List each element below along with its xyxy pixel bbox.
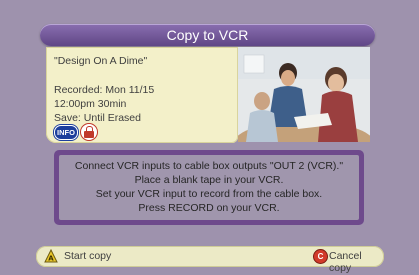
page-title: Copy to VCR <box>40 24 375 46</box>
start-copy-button[interactable]: Start copy <box>64 250 111 262</box>
a-key-letter: A <box>48 255 54 263</box>
instruction-line: Connect VCR inputs to cable box outputs … <box>74 160 344 172</box>
instruction-line: Place a blank tape in your VCR. <box>134 174 284 186</box>
show-thumbnail <box>238 47 370 142</box>
a-button-icon[interactable]: A <box>44 249 58 263</box>
info-icon[interactable]: INFO <box>54 125 78 140</box>
instructions-box: Connect VCR inputs to cable box outputs … <box>59 155 359 220</box>
recorded-date: Recorded: Mon 11/15 <box>54 84 155 96</box>
c-button-icon[interactable]: C <box>313 249 328 264</box>
cancel-copy-button[interactable]: Cancel copy <box>329 250 384 274</box>
instructions-panel: Connect VCR inputs to cable box outputs … <box>54 150 364 225</box>
action-bar: A Start copy C Cancel copy <box>36 246 384 274</box>
save-setting: Save: Until Erased <box>54 112 141 124</box>
instruction-line: Press RECORD on your VCR. <box>138 202 280 214</box>
lock-body <box>84 131 94 138</box>
show-title: "Design On A Dime" <box>54 55 148 67</box>
show-thumbnail-image <box>238 47 370 142</box>
recording-time: 12:00pm 30min <box>54 98 127 110</box>
instruction-line: Set your VCR input to record from the ca… <box>95 188 323 200</box>
recording-info-card: "Design On A Dime" Recorded: Mon 11/15 1… <box>46 47 238 143</box>
lock-icon <box>80 123 98 141</box>
copy-to-vcr-screen: Copy to VCR "Design On A Dime" Recorded:… <box>0 0 419 275</box>
